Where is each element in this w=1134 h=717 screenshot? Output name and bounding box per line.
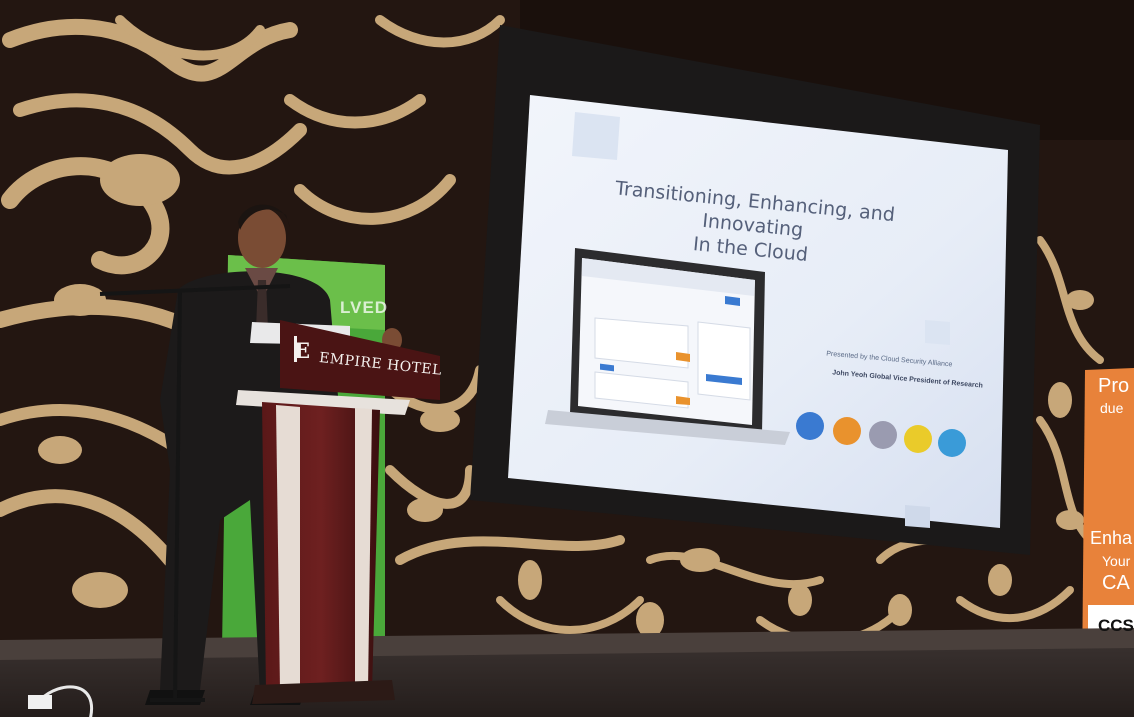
orange-banner-line-2: due (1100, 400, 1124, 416)
podium-logo-letter: E (294, 338, 311, 363)
circle-icon-3 (869, 421, 897, 449)
circle-icon-5 (938, 429, 966, 457)
conference-photo: Transitioning, Enhancing, and Innovating… (0, 0, 1134, 717)
scene-illustration (0, 0, 1134, 717)
orange-banner-logo-text: CCS (1098, 616, 1134, 635)
orange-banner-line-1: Pro (1098, 375, 1130, 397)
circle-icon-4 (904, 425, 932, 453)
circle-icon-1 (796, 412, 824, 440)
orange-banner-line-3: Enha (1090, 528, 1133, 548)
orange-banner-line-5: CA (1102, 572, 1130, 594)
power-adapter (28, 695, 52, 709)
slide-laptop-image (545, 248, 790, 445)
circle-icon-2 (833, 417, 861, 445)
orange-banner-line-4: Your (1102, 553, 1131, 569)
green-banner-text: LVED (340, 298, 389, 317)
